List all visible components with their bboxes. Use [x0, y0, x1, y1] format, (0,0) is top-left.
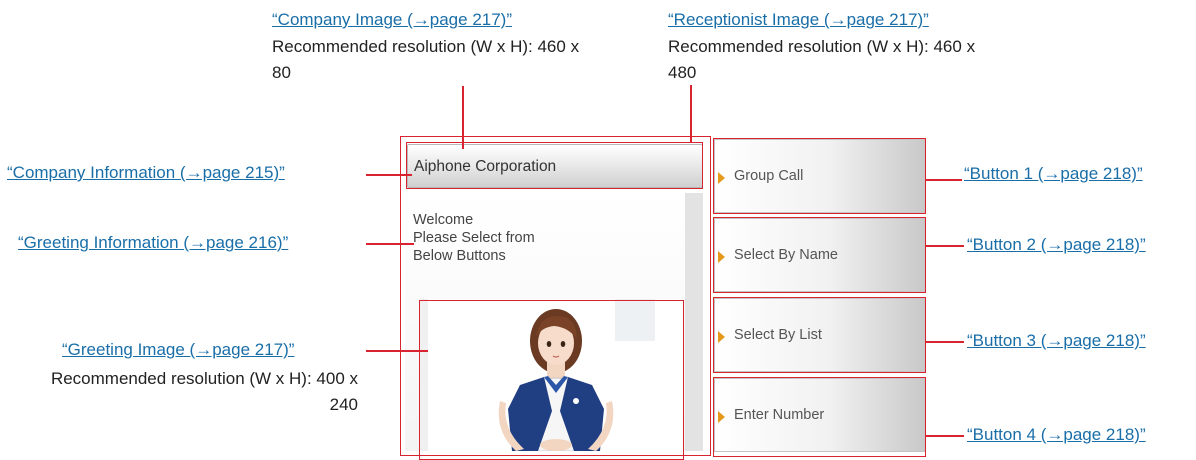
- button-1-link[interactable]: “Button 1 (→page 218)”: [964, 164, 1143, 184]
- greeting-information-link[interactable]: “Greeting Information (→page 216)”: [18, 233, 288, 253]
- button-2-link[interactable]: “Button 2 (→page 218)”: [967, 235, 1146, 255]
- button-4-frame: [713, 377, 926, 457]
- greeting-image-frame: [419, 300, 684, 460]
- button-3-link[interactable]: “Button 3 (→page 218)”: [967, 331, 1146, 351]
- company-image-note: Recommended resolution (W x H): 460 x 80: [272, 37, 580, 82]
- receptionist-image-leader: [690, 85, 692, 143]
- button-2-leader: [926, 245, 964, 247]
- greeting-image-leader: [366, 350, 428, 352]
- receptionist-image-link[interactable]: “Receptionist Image (→page 217)”: [668, 10, 929, 30]
- company-image-link[interactable]: “Company Image (→page 217)”: [272, 10, 512, 30]
- company-information-leader: [366, 174, 412, 176]
- button-3-frame: [713, 297, 926, 373]
- button-1-leader: [926, 179, 962, 181]
- button-4-leader: [926, 435, 964, 437]
- company-information-link[interactable]: “Company Information (→page 215)”: [7, 163, 285, 183]
- greeting-information-leader: [366, 243, 414, 245]
- company-image-leader: [462, 86, 464, 149]
- button-1-frame: [713, 138, 926, 214]
- button-2-frame: [713, 217, 926, 293]
- greeting-image-link[interactable]: “Greeting Image (→page 217)”: [62, 340, 294, 360]
- button-4-link[interactable]: “Button 4 (→page 218)”: [967, 425, 1146, 445]
- company-image-frame: [406, 142, 703, 189]
- button-3-leader: [926, 341, 964, 343]
- greeting-image-note: Recommended resolution (W x H): 400 x 24…: [50, 369, 358, 414]
- receptionist-image-note: Recommended resolution (W x H): 460 x 48…: [668, 37, 976, 82]
